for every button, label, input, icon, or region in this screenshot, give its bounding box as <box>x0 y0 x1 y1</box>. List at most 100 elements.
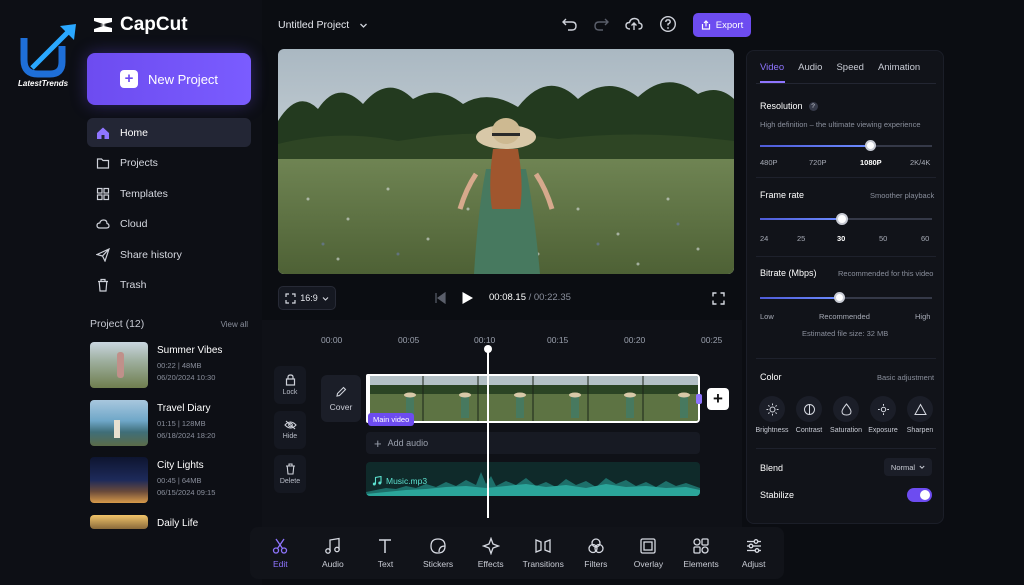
tool-transitions[interactable]: Transitions <box>517 537 569 569</box>
bitrate-high-label: High <box>915 312 931 321</box>
help-icon[interactable] <box>659 15 677 33</box>
scissors-icon <box>273 538 288 554</box>
tool-filters[interactable]: Filters <box>570 537 622 569</box>
cover-button[interactable]: Cover <box>321 375 361 422</box>
tool-label: Overlay <box>633 559 664 569</box>
tool-edit[interactable]: Edit <box>254 537 306 569</box>
view-all-link[interactable]: View all <box>221 320 248 329</box>
playhead[interactable] <box>487 346 489 518</box>
delete-label: Delete <box>279 478 301 485</box>
resolution-title: Resolution <box>760 101 803 111</box>
tool-label: Effects <box>477 559 504 569</box>
main-video-clip[interactable] <box>366 374 700 423</box>
color-item-label: Brightness <box>755 427 789 434</box>
tool-overlay[interactable]: Overlay <box>622 537 674 569</box>
color-exposure[interactable]: Exposure <box>868 396 898 434</box>
sidebar-item-cloud[interactable]: Cloud <box>87 210 251 239</box>
tool-effects[interactable]: Effects <box>465 537 517 569</box>
project-meta: 01:15 | 128MB <box>157 418 206 428</box>
skip-back-icon[interactable] <box>434 292 446 304</box>
project-title: Untitled Project <box>278 19 350 31</box>
color-sharpen[interactable]: Sharpen <box>905 396 935 434</box>
sparkle-icon <box>481 537 500 555</box>
exposure-icon <box>877 403 889 415</box>
frame-rate-slider[interactable] <box>760 213 932 225</box>
add-audio-track[interactable]: + Add audio <box>366 432 700 454</box>
redo-icon[interactable] <box>592 15 610 33</box>
resolution-slider[interactable] <box>760 140 932 151</box>
project-item[interactable]: City Lights 00:45 | 64MB 06/15/2024 09:15 <box>90 457 250 515</box>
chevron-down-icon <box>919 465 925 469</box>
project-meta: 00:45 | 64MB <box>157 476 202 485</box>
app-logo[interactable]: CapCut <box>92 14 188 36</box>
music-name: Music.mp3 <box>386 476 428 486</box>
bitrate-slider[interactable] <box>760 292 932 303</box>
color-saturation[interactable]: Saturation <box>830 396 862 434</box>
color-brightness[interactable]: Brightness <box>755 396 789 434</box>
app-name: CapCut <box>120 14 188 35</box>
sidebar-item-home[interactable]: Home <box>87 118 251 147</box>
sidebar-item-trash[interactable]: Trash <box>87 271 251 300</box>
add-clip-button[interactable]: + <box>707 388 729 410</box>
frame-rate-tick: 50 <box>879 234 888 243</box>
plus-icon: + <box>374 435 382 451</box>
bitrate-title: Bitrate (Mbps) <box>760 268 817 278</box>
blend-mode-dropdown[interactable]: Normal <box>884 458 932 476</box>
color-contrast[interactable]: Contrast <box>794 396 824 434</box>
tool-text[interactable]: Text <box>359 537 411 569</box>
project-title-dropdown[interactable]: Untitled Project <box>278 19 368 31</box>
ruler-label: 00:05 <box>398 335 420 345</box>
fullscreen-icon[interactable] <box>712 292 725 305</box>
tool-elements[interactable]: Elements <box>675 537 727 569</box>
aspect-ratio-dropdown[interactable]: 16:9 <box>278 286 336 310</box>
sidebar-item-projects[interactable]: Projects <box>87 149 251 178</box>
stabilize-toggle[interactable] <box>907 488 932 502</box>
clip-trim-handle-right[interactable] <box>696 394 702 404</box>
lock-track-button[interactable]: Lock <box>274 366 306 404</box>
play-icon[interactable] <box>460 291 474 305</box>
playhead-handle[interactable] <box>484 345 492 353</box>
tab-audio[interactable]: Audio <box>798 62 822 73</box>
tab-video[interactable]: Video <box>760 62 784 73</box>
hide-track-button[interactable]: Hide <box>274 411 306 449</box>
sidebar-item-share-history[interactable]: Share history <box>87 240 251 269</box>
project-item[interactable]: Travel Diary 01:15 | 128MB 06/18/2024 18:… <box>90 399 250 458</box>
clip-filmstrip <box>368 376 698 421</box>
tool-adjust[interactable]: Adjust <box>728 537 780 569</box>
cover-label: Cover <box>329 401 353 412</box>
folder-icon <box>96 158 110 169</box>
cloud-upload-icon[interactable] <box>625 15 643 33</box>
video-preview[interactable] <box>278 49 734 274</box>
ruler-label: 00:15 <box>547 335 569 345</box>
project-name: City Lights <box>157 460 204 471</box>
tool-label: Transitions <box>522 559 564 569</box>
tab-speed[interactable]: Speed <box>836 62 863 73</box>
tool-stickers[interactable]: Stickers <box>412 537 464 569</box>
project-item[interactable]: Summer Vibes 00:22 | 48MB 06/20/2024 10:3… <box>90 342 250 400</box>
total-time: / 00:22.35 <box>525 292 571 303</box>
drop-icon <box>840 402 852 416</box>
tool-audio[interactable]: Audio <box>307 537 359 569</box>
color-title: Color <box>760 372 782 382</box>
overlay-icon <box>640 538 657 554</box>
timeline-panel <box>262 320 742 528</box>
ruler-label: 00:00 <box>321 335 343 345</box>
export-icon <box>701 20 710 30</box>
undo-icon[interactable] <box>561 15 579 33</box>
aspect-ratio-value: 16:9 <box>300 293 318 303</box>
sidebar-nav: Home Projects Templates Cloud Share hist… <box>87 118 251 301</box>
new-project-button[interactable]: + New Project <box>87 53 251 105</box>
project-item[interactable]: Daily Life <box>90 514 250 529</box>
delete-track-button[interactable]: Delete <box>274 455 306 493</box>
project-date: 06/20/2024 10:30 <box>157 373 216 382</box>
cloud-icon <box>96 219 110 229</box>
trash-icon <box>98 278 108 292</box>
section-divider <box>756 448 936 449</box>
sidebar-item-label: Projects <box>120 157 158 169</box>
sidebar-item-templates[interactable]: Templates <box>87 179 251 208</box>
capcut-icon <box>94 18 112 32</box>
export-button[interactable]: Export <box>693 13 751 37</box>
help-icon[interactable]: ? <box>808 101 818 111</box>
tab-animation[interactable]: Animation <box>878 62 920 73</box>
resolution-header: Resolution ? <box>760 101 818 111</box>
